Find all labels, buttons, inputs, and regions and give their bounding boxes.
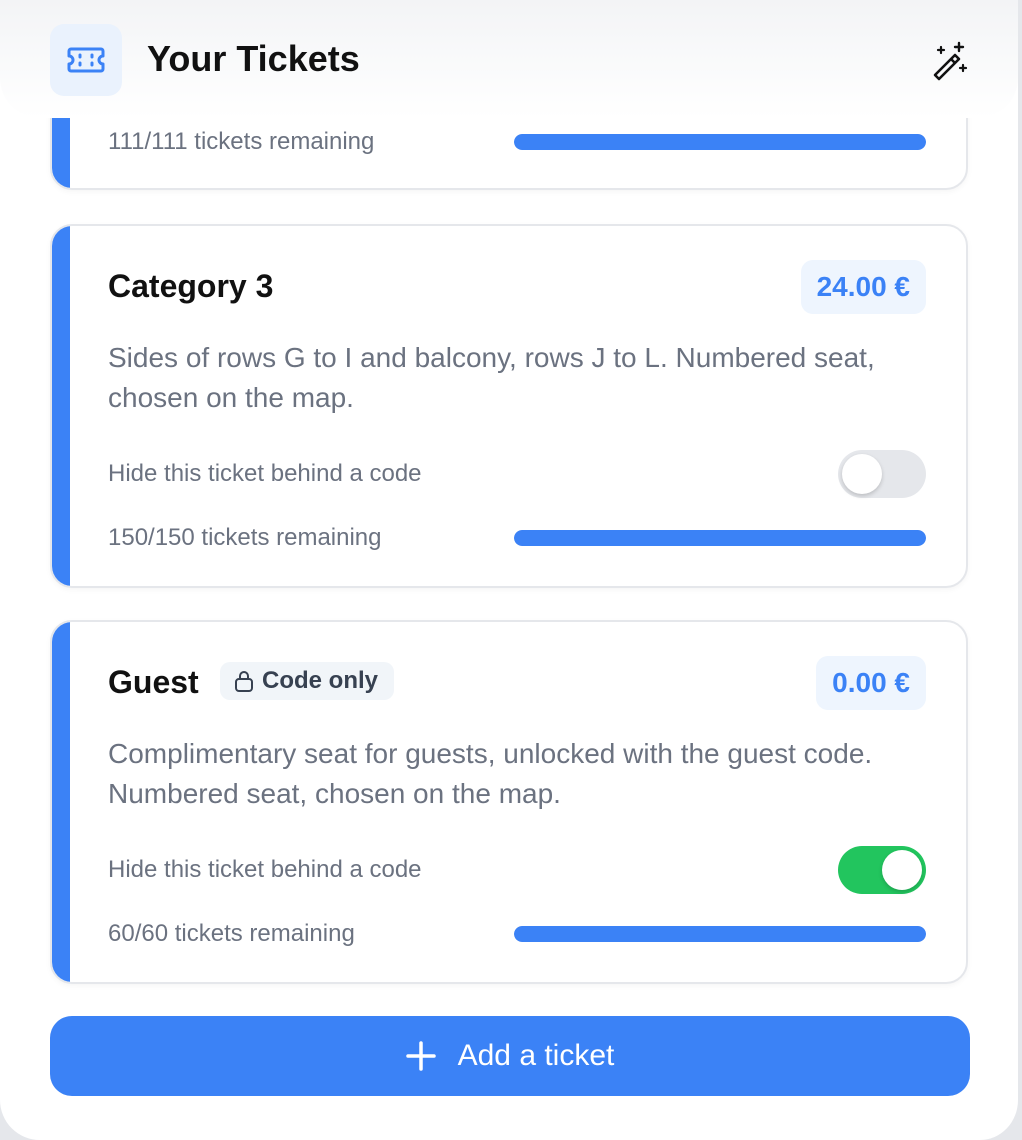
- tickets-remaining-label: 111/111 tickets remaining: [108, 128, 375, 155]
- add-ticket-label: Add a ticket: [457, 1039, 615, 1072]
- code-only-badge: Code only: [220, 662, 395, 700]
- badge-label: Code only: [262, 667, 379, 694]
- hide-behind-code-label: Hide this ticket behind a code: [108, 460, 422, 487]
- ticket-description: Sides of rows G to I and balcony, rows J…: [108, 342, 875, 413]
- ticket-name: Category 3: [108, 268, 274, 304]
- hide-behind-code-toggle[interactable]: [838, 450, 926, 498]
- tickets-remaining-bar: [514, 926, 926, 942]
- ticket-description: Complimentary seat for guests, unlocked …: [108, 738, 873, 809]
- tickets-remaining-bar-fill: [514, 926, 926, 942]
- ticket-icon: [67, 47, 105, 73]
- ticket-card: 111/111 tickets remaining: [50, 118, 968, 190]
- toggle-knob: [882, 850, 922, 890]
- page-title: Your Tickets: [147, 38, 360, 79]
- ticket-logo: [50, 24, 122, 96]
- tickets-remaining-bar: [514, 530, 926, 546]
- tickets-remaining-bar: [514, 134, 926, 150]
- hide-behind-code-label: Hide this ticket behind a code: [108, 856, 422, 883]
- tickets-panel: 111/111 tickets remaining Category 3 24.…: [0, 0, 1020, 1140]
- ticket-price: 24.00 €: [800, 260, 926, 314]
- ticket-card[interactable]: Category 3 24.00 € Sides of rows G to I …: [50, 224, 968, 588]
- header: Your Tickets: [0, 0, 1018, 118]
- magic-wand-icon: [933, 41, 968, 81]
- ticket-price: 0.00 €: [816, 656, 926, 710]
- hide-behind-code-toggle[interactable]: [838, 846, 926, 894]
- ticket-name: Guest: [108, 664, 199, 700]
- add-ticket-button[interactable]: Add a ticket: [50, 1016, 970, 1096]
- magic-wand-button[interactable]: [926, 38, 972, 84]
- tickets-remaining-label: 150/150 tickets remaining: [108, 524, 382, 551]
- ticket-card[interactable]: Guest Code only 0.00 € Complimentary sea…: [50, 620, 968, 984]
- tickets-remaining-bar-fill: [514, 134, 926, 150]
- ticket-list[interactable]: 111/111 tickets remaining Category 3 24.…: [0, 118, 1018, 1136]
- lock-icon: [235, 671, 253, 692]
- toggle-knob: [842, 454, 882, 494]
- tickets-remaining-label: 60/60 tickets remaining: [108, 920, 355, 947]
- tickets-remaining-bar-fill: [514, 530, 926, 546]
- plus-icon: [405, 1041, 436, 1071]
